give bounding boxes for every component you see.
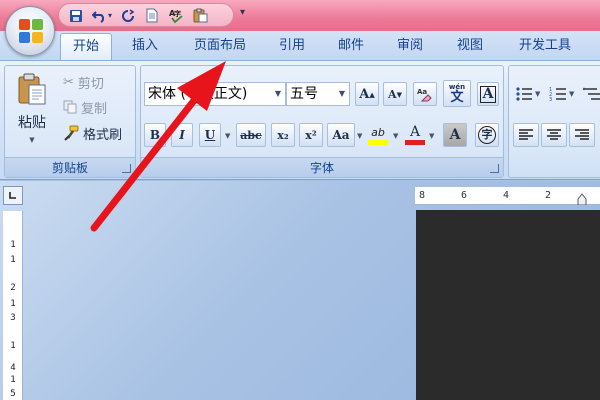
arrow-head-icon xyxy=(177,61,226,111)
office-button[interactable] xyxy=(5,6,55,56)
arrow-shaft xyxy=(90,94,200,232)
office-logo-icon xyxy=(19,19,43,43)
annotation-arrow xyxy=(90,61,226,232)
